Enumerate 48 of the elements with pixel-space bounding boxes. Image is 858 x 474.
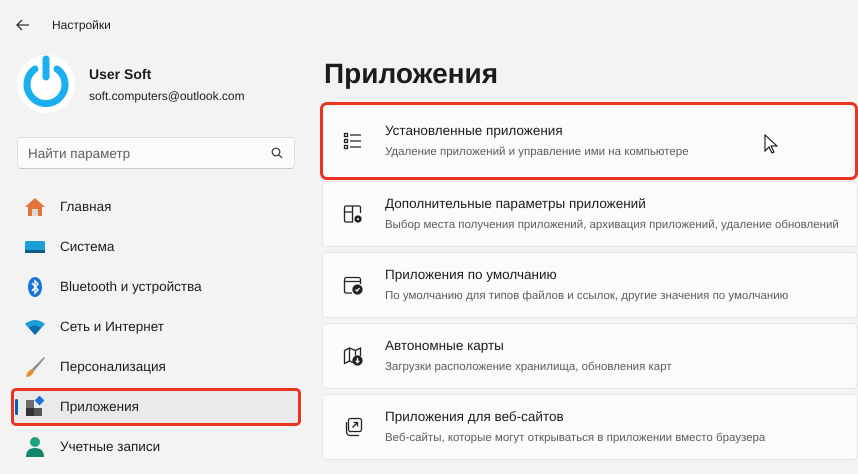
mouse-cursor-icon [764, 134, 778, 154]
card-description: Загрузки расположение хранилища, обновления карт [385, 360, 672, 375]
card-title: Приложения по умолчанию [385, 266, 558, 284]
search-field[interactable]: Найти параметр [17, 137, 295, 169]
power-avatar-icon [17, 55, 75, 113]
back-arrow-icon[interactable] [16, 18, 30, 32]
user-email: soft.computers@outlook.com [89, 88, 245, 104]
card-title: Автономные карты [385, 336, 505, 355]
window-gear-icon [343, 204, 363, 224]
page-title: Приложения [324, 57, 500, 91]
card-title: Установленные приложения [385, 122, 564, 140]
nav-item[interactable]: Персонализация [12, 349, 300, 385]
card-description: По умолчанию для типов файлов и ссылок, другие значения по умолчанию [385, 289, 788, 304]
nav-label: Персонализация [60, 358, 166, 376]
list-icon [343, 131, 363, 151]
nav-item[interactable]: Система [12, 229, 300, 265]
settings-card[interactable]: Установленные приложения Удаление приложений и управление ими на компьютере [322, 104, 856, 178]
nav-item[interactable]: Bluetooth и устройства [12, 269, 300, 305]
person-icon [24, 436, 46, 458]
window-check-icon [343, 275, 363, 295]
settings-card[interactable]: Приложения по умолчанию По умолчанию для типов файлов и ссылок, другие значения по умолчанию [322, 252, 858, 318]
user-name: User Soft [89, 64, 152, 84]
nav-label: Приложения [60, 398, 139, 416]
nav-item[interactable]: Сеть и Интернет [12, 309, 300, 345]
card-description: Веб-сайты, которые могут открываться в приложении вместо браузера [385, 431, 766, 446]
paintbrush-icon [24, 356, 46, 378]
card-title: Приложения для веб-сайтов [385, 408, 565, 426]
search-icon [271, 147, 283, 159]
open-window-icon [343, 417, 363, 437]
settings-card[interactable]: Приложения для веб-сайтов Веб-сайты, которые могут открываться в приложении вместо браузера [322, 394, 858, 460]
card-description: Удаление приложений и управление ими на компьютере [385, 145, 689, 160]
settings-card[interactable]: Автономные карты Загрузки расположение хранилища, обновления карт [322, 323, 858, 389]
card-description: Выбор места получения приложений, архивация приложений, удаление обновлений [385, 218, 839, 233]
house-icon [24, 196, 46, 218]
nav-label: Система [60, 238, 114, 256]
nav-item[interactable]: Главная [12, 189, 300, 225]
map-download-icon [343, 346, 363, 366]
card-title: Дополнительные параметры приложений [385, 194, 647, 213]
nav-item[interactable]: Приложения [12, 389, 300, 425]
nav-item[interactable]: Учетные записи [12, 429, 300, 465]
settings-card[interactable]: Дополнительные параметры приложений Выбор места получения приложений, архивация приложений, удаление обновлений [322, 181, 858, 247]
nav-label: Сеть и Интернет [60, 318, 164, 336]
nav-label: Bluetooth и устройства [60, 278, 202, 296]
selection-indicator [15, 399, 18, 415]
window-title: Настройки [52, 17, 111, 34]
apps-icon [24, 396, 46, 418]
nav-label: Главная [60, 198, 112, 216]
nav-label: Учетные записи [60, 438, 160, 456]
